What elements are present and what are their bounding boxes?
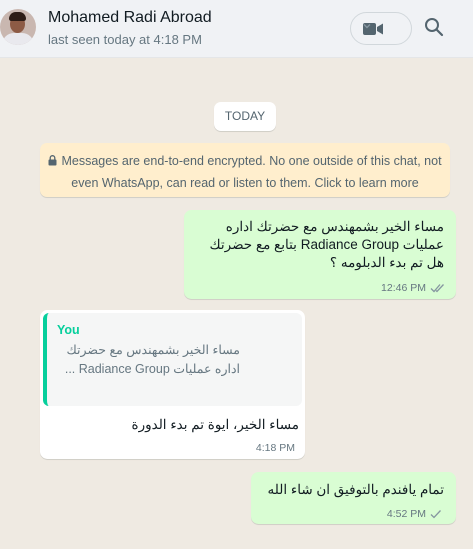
message-list[interactable]: TODAY Messages are end-to-end encrypted.… xyxy=(0,58,473,549)
quoted-text: مساء الخير بشمهندس مع حضرتك اداره عمليات… xyxy=(64,343,240,376)
message-meta: 4:18 PM xyxy=(256,442,295,454)
message-time: 12:46 PM xyxy=(381,282,426,294)
incoming-message[interactable]: You مساء الخير بشمهندس مع حضرتك اداره عم… xyxy=(40,310,305,459)
search-icon[interactable] xyxy=(424,17,444,37)
message-meta: 4:52 PM xyxy=(387,508,442,520)
date-separator: TODAY xyxy=(214,102,276,131)
quoted-author: You xyxy=(57,323,80,337)
encryption-notice[interactable]: Messages are end-to-end encrypted. No on… xyxy=(40,143,450,197)
message-text: تمام يافندم بالتوفيق ان شاء الله xyxy=(267,482,444,497)
quoted-message[interactable]: You مساء الخير بشمهندس مع حضرتك اداره عم… xyxy=(43,313,302,406)
message-meta: 12:46 PM xyxy=(381,282,446,294)
encryption-notice-text: Messages are end-to-end encrypted. No on… xyxy=(61,154,442,190)
message-text: مساء الخير بشمهندس مع حضرتك اداره عمليات… xyxy=(209,219,445,270)
chat-header: Mohamed Radi Abroad last seen today at 4… xyxy=(0,0,473,58)
single-check-icon xyxy=(430,510,441,519)
contact-name[interactable]: Mohamed Radi Abroad xyxy=(48,9,212,27)
outgoing-message[interactable]: تمام يافندم بالتوفيق ان شاء الله 4:52 PM xyxy=(251,472,456,524)
message-time: 4:18 PM xyxy=(255,442,295,454)
double-check-icon xyxy=(430,284,444,293)
video-call-button[interactable] xyxy=(350,12,412,45)
outgoing-message[interactable]: مساء الخير بشمهندس مع حضرتك اداره عمليات… xyxy=(184,210,456,299)
last-seen-status: last seen today at 4:18 PM xyxy=(48,32,202,47)
contact-avatar[interactable] xyxy=(0,9,36,45)
message-text: مساء الخير، ايوة تم بدء الدورة xyxy=(131,417,300,432)
chevron-down-icon xyxy=(363,24,371,29)
message-time: 4:52 PM xyxy=(386,508,426,520)
lock-icon xyxy=(48,155,57,166)
